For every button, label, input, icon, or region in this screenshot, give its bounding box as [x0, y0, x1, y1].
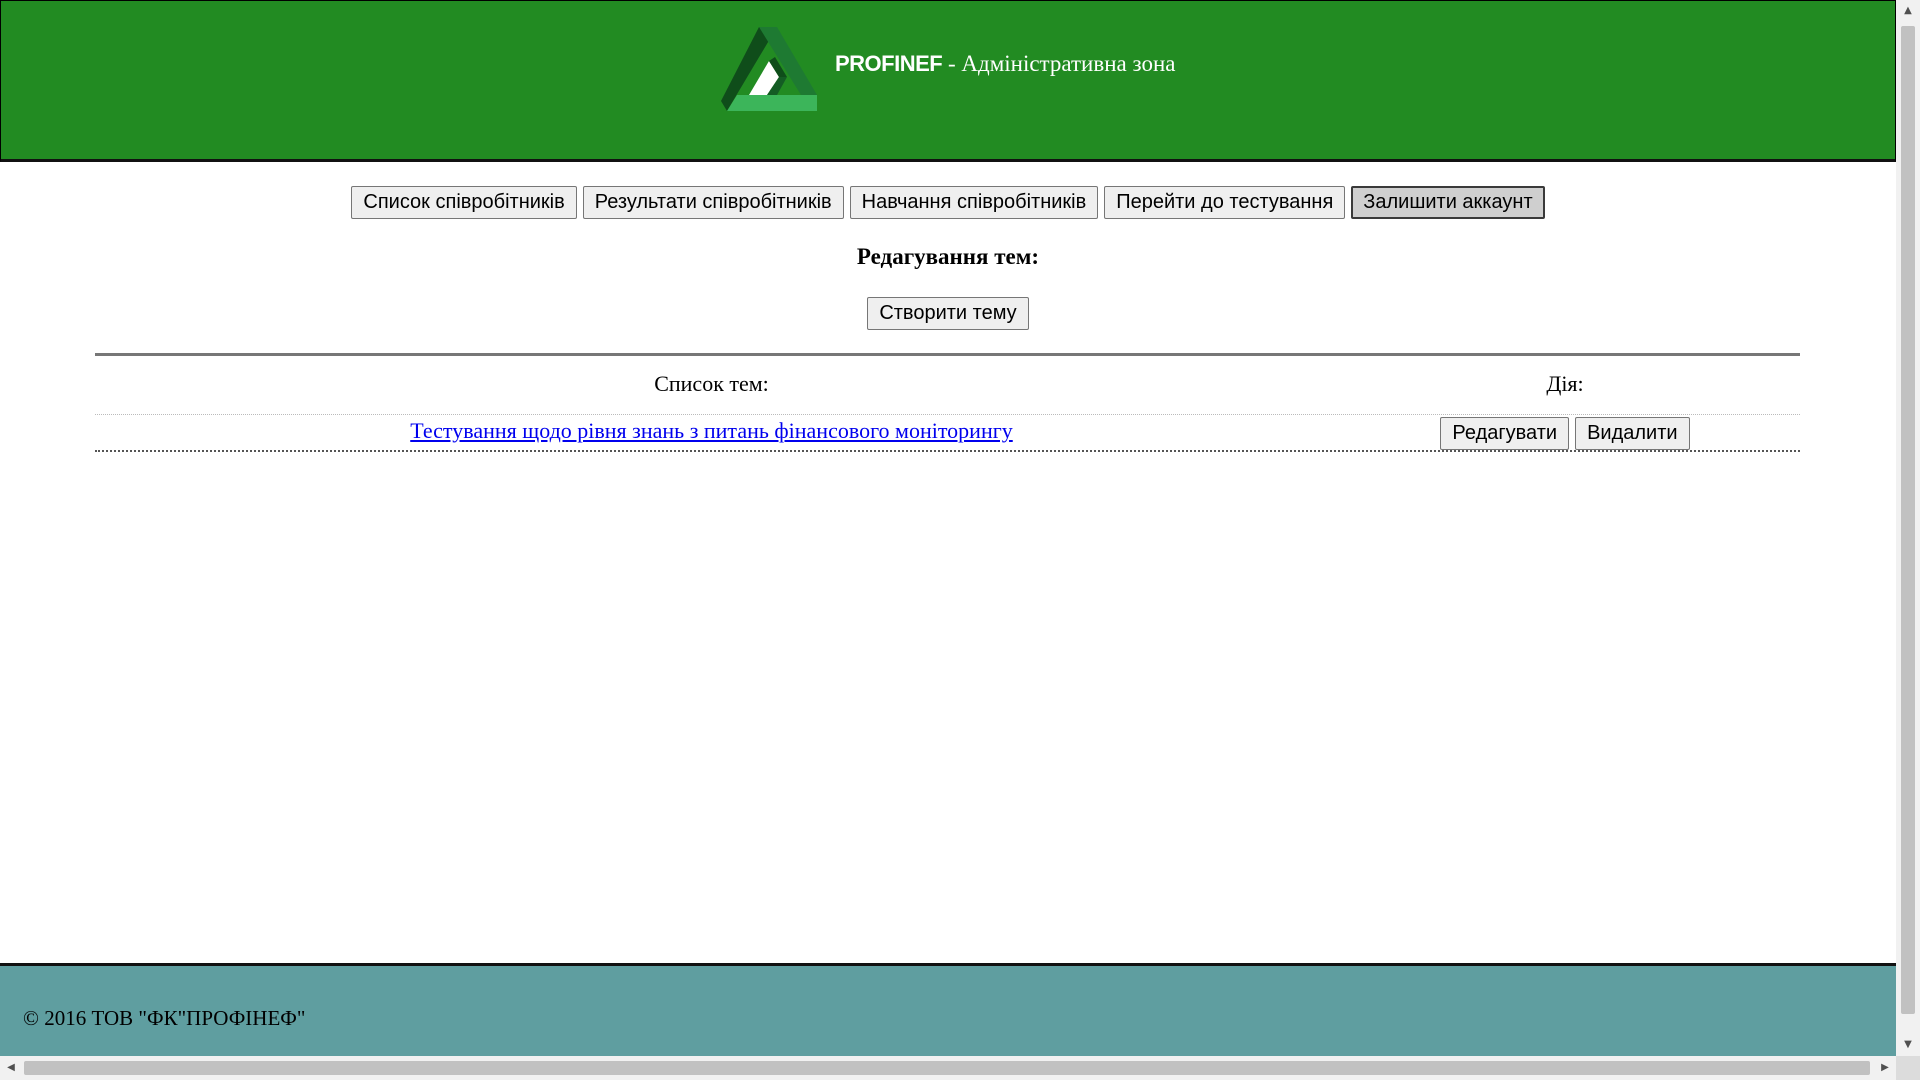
create-topic-wrap: Створити тему [0, 297, 1896, 330]
page-title: Редагування тем: [856, 244, 1040, 269]
table-row-actions: Редагувати Видалити [1330, 417, 1800, 450]
scroll-left-icon[interactable]: ◀ [0, 1056, 22, 1080]
column-header-action: Дія: [1546, 371, 1584, 396]
page-viewport: PROFINEF - Адміністративна зона Список с… [0, 0, 1896, 1056]
edit-topic-button[interactable]: Редагувати [1440, 417, 1570, 450]
site-header: PROFINEF - Адміністративна зона [0, 0, 1896, 162]
nav-employees-results-button[interactable]: Результати співробітників [582, 186, 844, 219]
horizontal-scroll-thumb[interactable] [24, 1061, 1870, 1075]
delete-topic-button[interactable]: Видалити [1575, 417, 1690, 450]
brand-title: PROFINEF - Адміністративна зона [835, 51, 1175, 77]
table-row-separator [95, 414, 1800, 415]
nav-go-to-testing-button[interactable]: Перейти до тестування [1104, 186, 1346, 219]
vertical-scroll-thumb[interactable] [1901, 26, 1915, 1014]
nav-employees-training-button[interactable]: Навчання співробітників [849, 186, 1099, 219]
table-row-separator [95, 450, 1800, 452]
nav-leave-account-button[interactable]: Залишити аккаунт [1351, 186, 1545, 219]
divider [95, 353, 1800, 356]
vertical-scrollbar[interactable]: ▲ ▼ [1896, 0, 1920, 1056]
column-header-topics: Список тем: [654, 371, 769, 396]
scroll-up-icon[interactable]: ▲ [1896, 0, 1920, 22]
site-footer: © 2016 ТОВ "ФК"ПРОФІНЕФ" [0, 963, 1896, 1056]
triangle-logo-icon [721, 27, 817, 111]
create-topic-button[interactable]: Створити тему [867, 297, 1029, 330]
scroll-down-icon[interactable]: ▼ [1896, 1034, 1920, 1056]
scroll-right-icon[interactable]: ▶ [1874, 1056, 1896, 1080]
main-nav: Список співробітників Результати співроб… [0, 186, 1896, 219]
brand-suffix: - Адміністративна зона [942, 51, 1176, 76]
brand-name: PROFINEF [835, 51, 943, 76]
topic-link[interactable]: Тестування щодо рівня знань з питань фін… [95, 418, 1328, 444]
scrollbar-corner [1896, 1056, 1920, 1080]
nav-employees-list-button[interactable]: Список співробітників [351, 186, 577, 219]
horizontal-scrollbar[interactable]: ◀ ▶ [0, 1056, 1896, 1080]
copyright-text: © 2016 ТОВ "ФК"ПРОФІНЕФ" [23, 1006, 306, 1030]
